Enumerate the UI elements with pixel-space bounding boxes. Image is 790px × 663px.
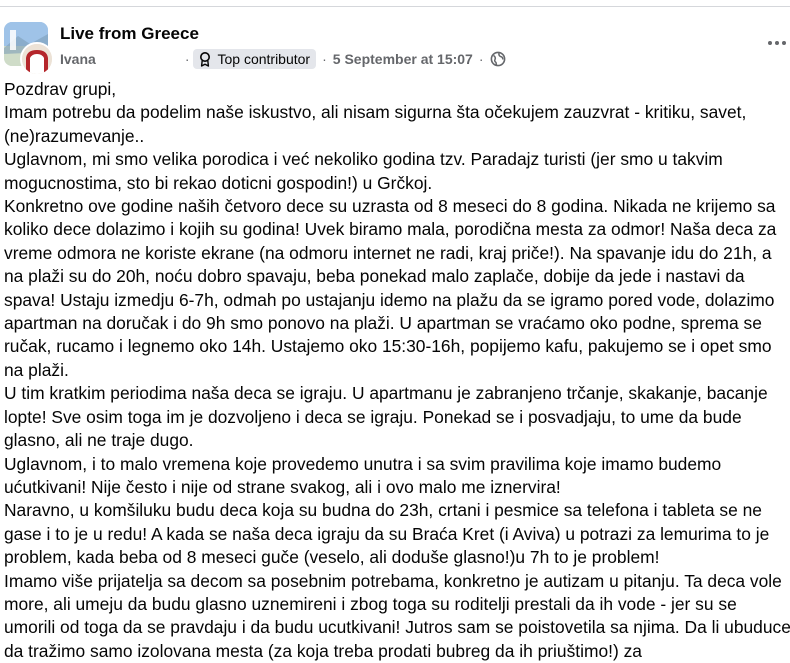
post-paragraph: U tim kratkim periodima naša deca se igr… — [4, 383, 768, 451]
more-options-button[interactable] — [764, 34, 790, 52]
post-paragraph: Imam potrebu da podelim naše iskustvo, a… — [4, 102, 747, 146]
post-paragraph: Uglavnom, i to malo vremena koje provede… — [4, 453, 722, 497]
contributor-badge-icon — [200, 52, 211, 67]
badge-label: Top contributor — [217, 51, 311, 67]
meta-separator: · — [184, 51, 190, 67]
meta-separator: · — [322, 51, 327, 67]
post-paragraph: Konkretno ove godine naših četvoro dece … — [4, 196, 777, 380]
post-text: Pozdrav grupi, Imam potrebu da podelim n… — [4, 78, 790, 663]
post-header: Live from Greece Ivana · Top contributor… — [0, 12, 790, 76]
more-options-icon — [782, 41, 786, 45]
author-avatar[interactable] — [20, 42, 54, 76]
top-contributor-badge[interactable]: Top contributor — [193, 49, 317, 69]
author-photo-icon — [22, 44, 52, 74]
group-name-link[interactable]: Live from Greece — [60, 24, 199, 44]
post-paragraph: Imamo više prijatelja sa decom sa posebn… — [4, 570, 790, 661]
post-meta: Ivana · Top contributor · 5 September at… — [60, 48, 506, 70]
author-name-link[interactable]: Ivana — [60, 51, 96, 67]
more-options-icon — [768, 41, 772, 45]
meta-separator: · — [478, 51, 484, 67]
more-options-icon — [775, 41, 779, 45]
top-divider — [0, 6, 790, 7]
post-timestamp-link[interactable]: 5 September at 15:07 — [333, 51, 473, 67]
post-paragraph: Pozdrav grupi, — [4, 79, 117, 99]
post-paragraph: Uglavnom, mi smo velika porodica i već n… — [4, 149, 723, 193]
globe-icon[interactable] — [490, 51, 506, 67]
post-paragraph: Naravno, u komšiluku budu deca koja su b… — [4, 500, 770, 568]
